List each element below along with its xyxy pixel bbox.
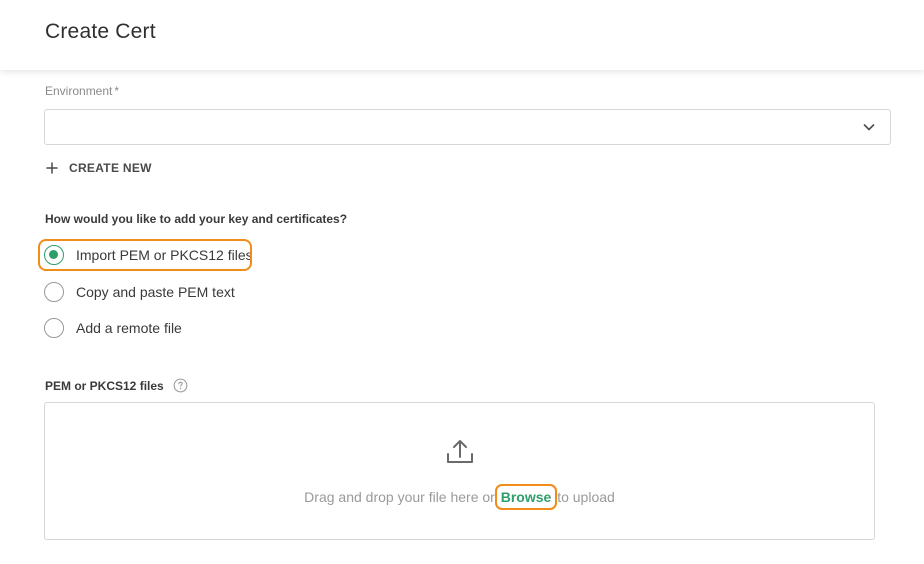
- upload-icon: [447, 440, 473, 463]
- drop-text-after: to upload: [553, 489, 615, 505]
- create-new-button[interactable]: CREATE NEW: [45, 159, 152, 177]
- files-label-text: PEM or PKCS12 files: [45, 378, 164, 393]
- environment-label: Environment *: [45, 84, 119, 98]
- page-header: Create Cert: [0, 0, 924, 70]
- chevron-down-icon: [863, 124, 875, 131]
- form-content: Environment * CREATE NEW How would you li…: [0, 70, 924, 564]
- radio-copy-paste[interactable]: Copy and paste PEM text: [44, 281, 235, 303]
- radio-import-files[interactable]: Import PEM or PKCS12 files: [44, 244, 253, 266]
- radio-remote-file[interactable]: Add a remote file: [44, 317, 182, 339]
- radio-button[interactable]: [44, 282, 64, 302]
- radio-button-selected[interactable]: [44, 245, 64, 265]
- file-dropzone[interactable]: Drag and drop your file here or Browse t…: [44, 402, 875, 540]
- radio-label: Import PEM or PKCS12 files: [76, 247, 253, 263]
- import-method-question: How would you like to add your key and c…: [45, 212, 348, 226]
- environment-label-text: Environment: [45, 84, 113, 98]
- create-new-label: CREATE NEW: [69, 161, 152, 175]
- drop-text-before: Drag and drop your file here or: [304, 489, 499, 505]
- required-mark: *: [114, 84, 120, 98]
- files-label: PEM or PKCS12 files: [45, 378, 188, 393]
- environment-select[interactable]: [44, 109, 891, 145]
- radio-label: Add a remote file: [76, 320, 182, 336]
- browse-link[interactable]: Browse: [494, 484, 558, 510]
- dropzone-text: Drag and drop your file here or Browse t…: [45, 484, 874, 510]
- plus-icon: [46, 162, 58, 174]
- radio-label: Copy and paste PEM text: [76, 284, 235, 300]
- radio-button[interactable]: [44, 318, 64, 338]
- browse-link-label: Browse: [500, 489, 552, 505]
- page-title: Create Cert: [45, 20, 156, 43]
- help-icon[interactable]: [173, 378, 188, 393]
